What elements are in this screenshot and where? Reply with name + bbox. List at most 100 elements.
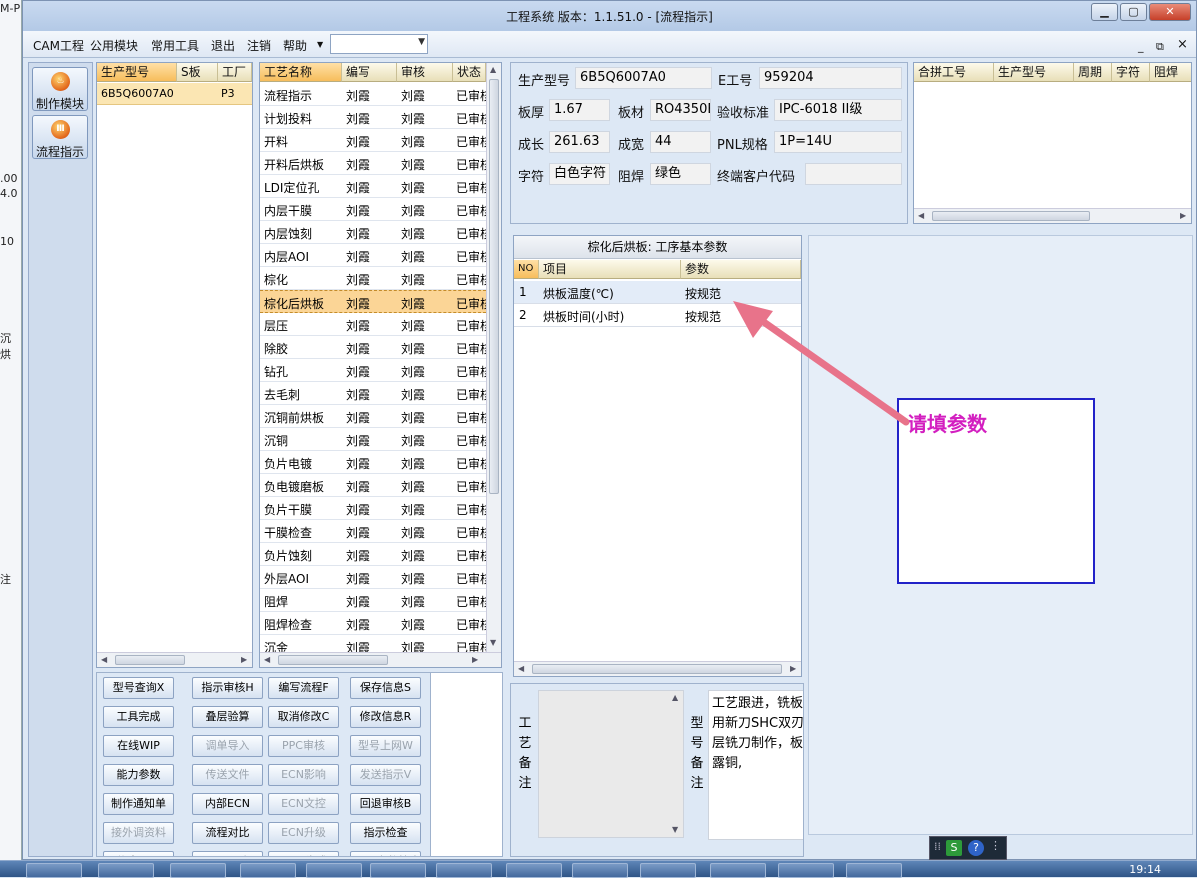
horizontal-scrollbar[interactable]: ◀ ▶: [97, 652, 252, 667]
column-header[interactable]: NO: [514, 260, 539, 279]
table-row[interactable]: 流程指示 刘霞 刘霞 已审核: [260, 83, 486, 106]
material-field[interactable]: RO4350B: [650, 99, 711, 121]
action-button[interactable]: 指示审核H: [192, 677, 263, 699]
help-icon[interactable]: ?: [968, 840, 984, 856]
action-button[interactable]: PPC审核: [268, 735, 339, 757]
table-row[interactable]: 沉铜 刘霞 刘霞 已审核: [260, 428, 486, 451]
table-row[interactable]: 6B5Q6007A0 P3: [97, 83, 252, 105]
standard-field[interactable]: IPC-6018 II级: [774, 99, 902, 121]
table-row[interactable]: 开料后烘板 刘霞 刘霞 已审核: [260, 152, 486, 175]
close-button[interactable]: ✕: [1149, 3, 1191, 21]
taskbar-button[interactable]: [710, 863, 766, 878]
customer-field[interactable]: [805, 163, 902, 185]
table-row[interactable]: 负电镀磨板 刘霞 刘霞 已审核: [260, 474, 486, 497]
action-button[interactable]: ECN文控: [268, 793, 339, 815]
mdi-restore-button[interactable]: ⧉: [1156, 40, 1164, 54]
menu-logout[interactable]: 注销: [247, 37, 271, 54]
vertical-scrollbar[interactable]: ▲ ▼: [486, 63, 501, 652]
maximize-button[interactable]: ▢: [1120, 3, 1147, 21]
table-row[interactable]: 棕化后烘板 刘霞 刘霞 已审核: [260, 290, 486, 313]
table-row[interactable]: 沉铜前烘板 刘霞 刘霞 已审核: [260, 405, 486, 428]
action-button[interactable]: 接外调资料: [103, 822, 174, 844]
column-header[interactable]: 生产型号: [97, 63, 177, 82]
taskbar-button[interactable]: [170, 863, 226, 878]
column-header[interactable]: 工厂: [218, 63, 252, 82]
menu-tools[interactable]: 常用工具: [151, 37, 199, 54]
chevron-down-icon[interactable]: ▼: [418, 37, 425, 47]
taskbar-button[interactable]: [98, 863, 154, 878]
mask-field[interactable]: 绿色: [650, 163, 711, 185]
vertical-scrollbar[interactable]: ▲ ▼: [669, 691, 684, 837]
table-row[interactable]: 去毛刺 刘霞 刘霞 已审核: [260, 382, 486, 405]
taskbar-button[interactable]: [640, 863, 696, 878]
action-button[interactable]: 制作通知单: [103, 793, 174, 815]
taskbar-button[interactable]: [572, 863, 628, 878]
taskbar-button[interactable]: [240, 863, 296, 878]
table-row[interactable]: 阻焊 刘霞 刘霞 已审核: [260, 589, 486, 612]
table-row[interactable]: 干膜检查 刘霞 刘霞 已审核: [260, 520, 486, 543]
model-note-field[interactable]: 工艺跟进，铣板 用新刀SHC双刃 层铣刀制作，板 露铜,: [708, 690, 803, 840]
menu-combo[interactable]: ▼: [330, 34, 428, 54]
action-button[interactable]: BOM生成: [268, 851, 339, 856]
column-header[interactable]: 阻焊: [1150, 63, 1191, 82]
table-row[interactable]: 内层干膜 刘霞 刘霞 已审核: [260, 198, 486, 221]
action-button[interactable]: 型号上网W: [350, 735, 421, 757]
action-button[interactable]: 修改信息R: [350, 706, 421, 728]
column-header[interactable]: 项目: [539, 260, 681, 279]
action-button[interactable]: 能力参数: [103, 764, 174, 786]
action-button[interactable]: 指示检查: [350, 822, 421, 844]
table-row[interactable]: 内层AOI 刘霞 刘霞 已审核: [260, 244, 486, 267]
chevron-down-icon[interactable]: ▼: [317, 40, 323, 49]
action-button[interactable]: 调单导入: [192, 735, 263, 757]
menu-exit[interactable]: 退出: [211, 37, 235, 54]
length-field[interactable]: 261.63: [549, 131, 610, 153]
action-button[interactable]: 编写流程F: [268, 677, 339, 699]
mdi-minimize-button[interactable]: _: [1138, 40, 1144, 53]
action-button[interactable]: 流程对比: [192, 822, 263, 844]
nav-make-module-button[interactable]: ♨ 制作模块: [32, 67, 88, 111]
action-button[interactable]: ECN影响: [268, 764, 339, 786]
column-header[interactable]: 编写: [342, 63, 397, 82]
skype-icon[interactable]: S: [946, 840, 962, 856]
pnl-field[interactable]: 1P=14U: [774, 131, 902, 153]
action-button[interactable]: 叠层验算: [192, 706, 263, 728]
horizontal-scrollbar[interactable]: ◀ ▶: [514, 661, 801, 676]
column-header[interactable]: 审核: [397, 63, 453, 82]
cell-param[interactable]: 按规范: [685, 285, 721, 302]
taskbar-button[interactable]: [778, 863, 834, 878]
table-row[interactable]: 负片干膜 刘霞 刘霞 已审核: [260, 497, 486, 520]
action-button[interactable]: MRS同步: [192, 851, 263, 856]
width-field[interactable]: 44: [650, 131, 711, 153]
menu-common-modules[interactable]: 公用模块: [90, 37, 138, 54]
action-button[interactable]: 在线WIP: [103, 735, 174, 757]
column-header[interactable]: 生产型号: [994, 63, 1074, 82]
table-row[interactable]: 钻孔 刘霞 刘霞 已审核: [260, 359, 486, 382]
thickness-field[interactable]: 1.67: [549, 99, 610, 121]
table-row[interactable]: 外层AOI 刘霞 刘霞 已审核: [260, 566, 486, 589]
nav-process-guide-button[interactable]: Ⅲ 流程指示: [32, 115, 88, 159]
table-row[interactable]: 除胶 刘霞 刘霞 已审核: [260, 336, 486, 359]
process-note-field[interactable]: [538, 690, 684, 838]
taskbar-button[interactable]: [436, 863, 492, 878]
table-row[interactable]: 负片电镀 刘霞 刘霞 已审核: [260, 451, 486, 474]
taskbar-button[interactable]: [306, 863, 362, 878]
menu-cam[interactable]: CAM工程: [33, 37, 84, 54]
menu-help[interactable]: 帮助: [283, 37, 307, 54]
column-header[interactable]: 状态: [453, 63, 486, 82]
column-header[interactable]: S板: [177, 63, 218, 82]
action-button[interactable]: 保存信息S: [350, 677, 421, 699]
chevron-down-icon[interactable]: ⋮: [990, 839, 1001, 852]
taskbar-button[interactable]: [846, 863, 902, 878]
eno-field[interactable]: 959204: [759, 67, 902, 89]
table-row[interactable]: 层压 刘霞 刘霞 已审核: [260, 313, 486, 336]
mdi-close-button[interactable]: ×: [1177, 37, 1188, 52]
action-button[interactable]: 信息导入: [103, 851, 174, 856]
action-button[interactable]: 内部ECN: [192, 793, 263, 815]
action-button[interactable]: 发送指示V: [350, 764, 421, 786]
column-header[interactable]: 字符: [1112, 63, 1150, 82]
column-header[interactable]: 合拼工号: [914, 63, 994, 82]
char-field[interactable]: 白色字符: [549, 163, 610, 185]
column-header[interactable]: 工艺名称: [260, 63, 342, 82]
action-button[interactable]: 回退审核B: [350, 793, 421, 815]
action-button[interactable]: ECN升级: [268, 822, 339, 844]
